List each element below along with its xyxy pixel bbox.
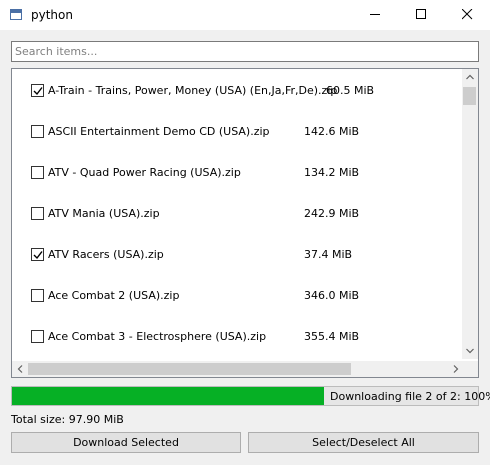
close-button[interactable] [444,0,490,30]
close-icon [462,9,473,20]
item-name: A-Train - Trains, Power, Money (USA) (En… [48,84,338,97]
maximize-icon [416,9,426,19]
item-size: 37.4 MiB [304,248,353,261]
scroll-corner [462,361,478,377]
vertical-scroll-thumb[interactable] [463,87,476,105]
item-size: 346.0 MiB [304,289,360,302]
item-name: ATV Racers (USA).zip [48,248,164,261]
list-item[interactable]: ATV - Quad Power Racing (USA).zip 134.2 M… [12,163,464,183]
items-list[interactable]: A-Train - Trains, Power, Money (USA) (En… [11,68,479,378]
total-size-label: Total size: 97.90 MiB [11,413,124,426]
list-item[interactable]: ASCII Entertainment Demo CD (USA).zip 142… [12,122,464,142]
item-checkbox[interactable] [31,248,44,261]
item-size: 142.6 MiB [304,125,360,138]
window-title: python [31,8,73,22]
item-size: 242.9 MiB [304,207,360,220]
list-item[interactable]: Ace Combat 3 - Electrosphere (USA).zip 35… [12,327,464,347]
list-item[interactable]: A-Train - Trains, Power, Money (USA) (En… [12,81,464,101]
vertical-scrollbar[interactable] [462,69,478,359]
select-deselect-all-button[interactable]: Select/Deselect All [248,432,479,453]
minimize-button[interactable] [352,0,398,30]
item-size: 134.2 MiB [304,166,360,179]
item-name: Ace Combat 3 - Electrosphere (USA).zip [48,330,267,343]
progress-fill [12,387,325,405]
scroll-up-arrow-icon[interactable] [466,74,474,80]
title-bar: python [0,0,490,30]
item-size: 355.4 MiB [304,330,360,343]
item-checkbox[interactable] [31,125,44,138]
item-checkbox[interactable] [31,207,44,220]
item-checkbox[interactable] [31,166,44,179]
scroll-right-arrow-icon[interactable] [453,365,459,373]
checkmark-icon [33,251,43,260]
item-name: ASCII Entertainment Demo CD (USA).zip [48,125,270,138]
scroll-left-arrow-icon[interactable] [17,365,23,373]
download-selected-button[interactable]: Download Selected [11,432,241,453]
progress-text: Downloading file 2 of 2: 100% [330,390,490,403]
item-size: 60.5 MiB [326,84,375,97]
minimize-icon [370,14,380,15]
search-input[interactable] [11,41,479,62]
download-progress-bar: Downloading file 2 of 2: 100% [11,386,490,406]
item-name: Ace Combat 2 (USA).zip [48,289,180,302]
list-item[interactable]: Ace Combat 2 (USA).zip 346.0 MiB [12,286,464,306]
list-item[interactable]: ATV Racers (USA).zip 37.4 MiB [12,245,464,265]
horizontal-scrollbar[interactable] [12,361,464,377]
maximize-button[interactable] [398,0,444,30]
item-checkbox[interactable] [31,330,44,343]
item-checkbox[interactable] [31,289,44,302]
item-name: ATV - Quad Power Racing (USA).zip [48,166,241,179]
scroll-down-arrow-icon[interactable] [466,348,474,354]
horizontal-scroll-thumb[interactable] [28,363,351,375]
checkmark-icon [33,87,43,96]
item-name: ATV Mania (USA).zip [48,207,160,220]
item-checkbox[interactable] [31,84,44,97]
list-item[interactable]: ATV Mania (USA).zip 242.9 MiB [12,204,464,224]
app-window-icon [10,9,22,20]
